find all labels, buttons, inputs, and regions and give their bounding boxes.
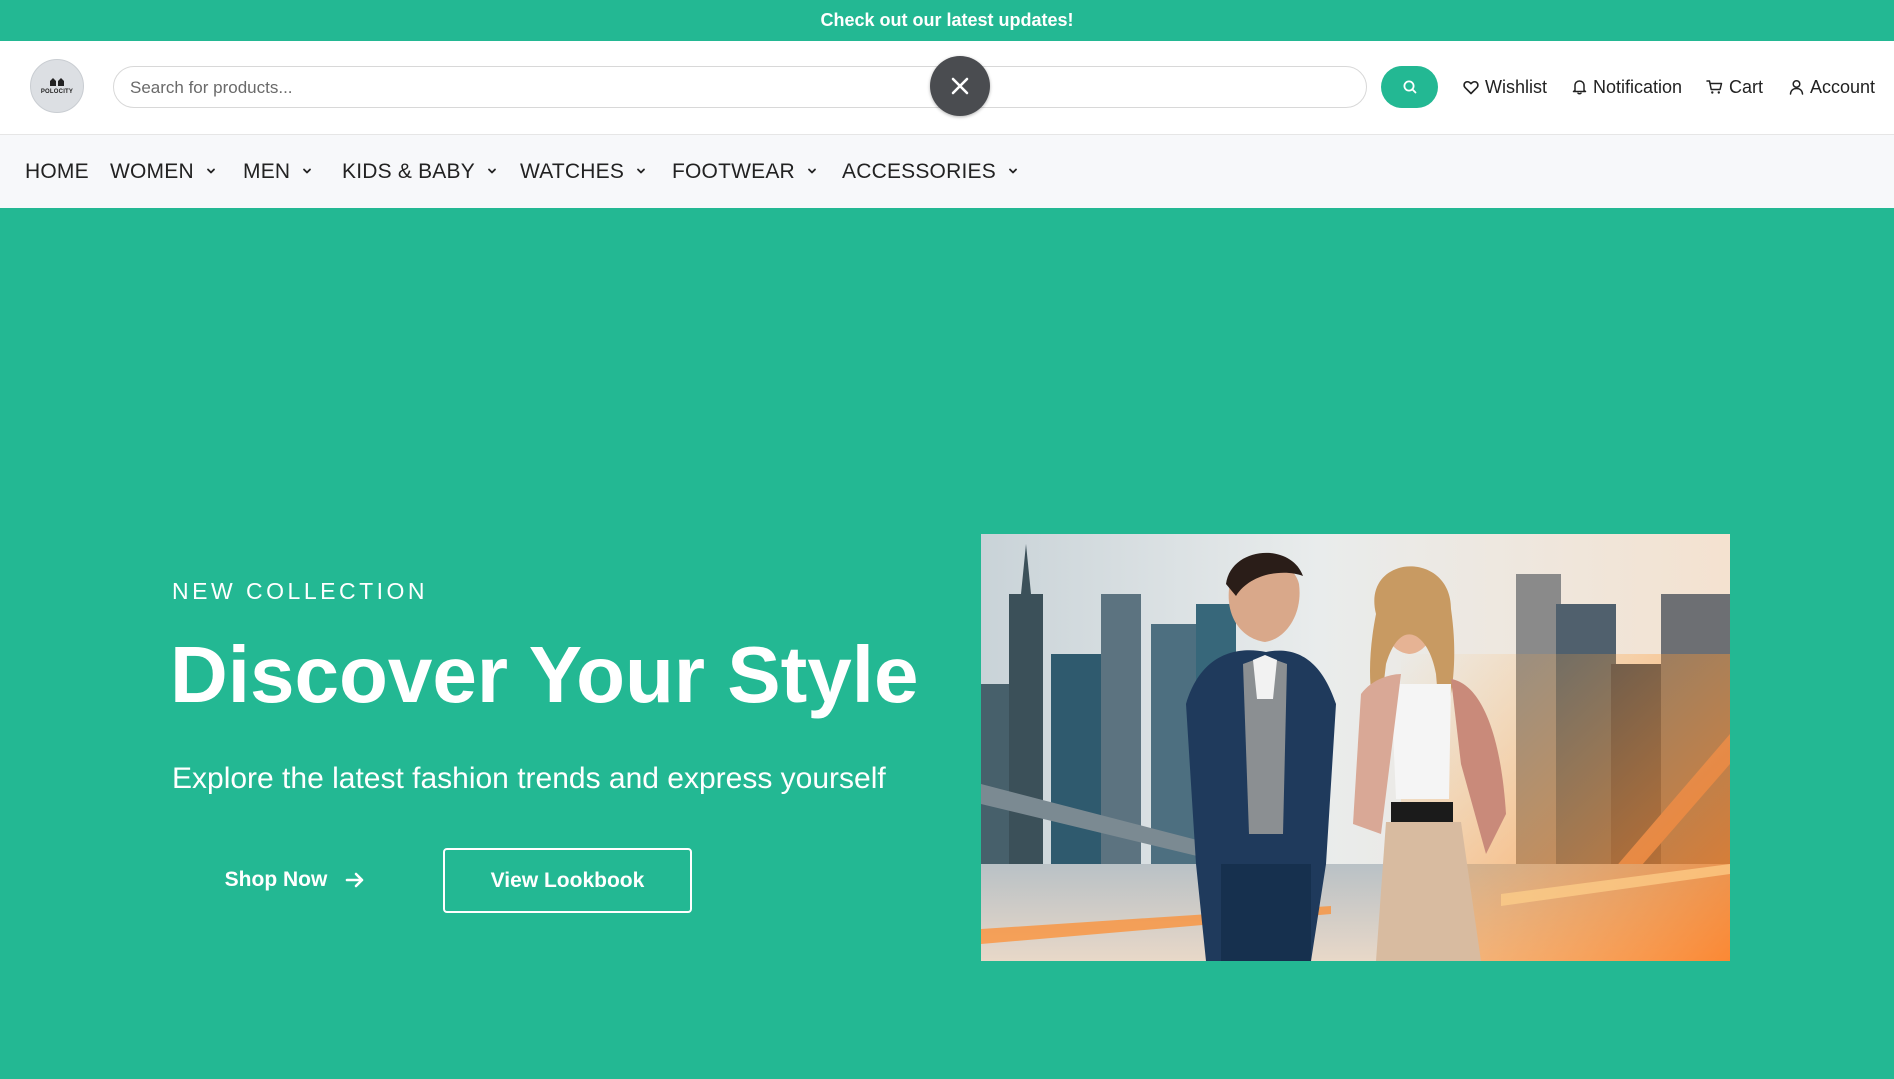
logo-text: POLOCITY <box>40 89 74 95</box>
nav-item-label: WATCHES <box>520 159 625 183</box>
announcement-bar: Check out our latest updates! <box>0 0 1894 41</box>
logo-mark <box>50 78 64 86</box>
site-logo[interactable]: POLOCITY <box>30 59 84 113</box>
nav-item-women[interactable]: WOMEN <box>110 135 216 208</box>
nav-item-footwear[interactable]: FOOTWEAR <box>672 135 817 208</box>
chevron-down-icon <box>487 168 497 175</box>
account-link[interactable]: Account <box>1789 71 1875 103</box>
site-header: POLOCITY Wishlist Notification <box>0 41 1894 135</box>
hero-image <box>981 534 1730 961</box>
search-icon <box>1403 80 1416 94</box>
account-label: Account <box>1810 76 1876 97</box>
chevron-down-icon <box>1008 168 1018 175</box>
heart-icon <box>1463 80 1479 94</box>
chevron-down-icon <box>807 168 817 175</box>
view-lookbook-label: View Lookbook <box>490 868 645 892</box>
chevron-down-icon <box>302 168 312 175</box>
nav-item-label: HOME <box>25 159 89 183</box>
nav-item-accessories[interactable]: ACCESSORIES <box>842 135 1018 208</box>
hero-subtitle: Explore the latest fashion trends and ex… <box>172 762 886 795</box>
hero-title: Discover Your Style <box>170 630 919 719</box>
announcement-text: Check out our latest updates! <box>820 10 1074 30</box>
cart-label: Cart <box>1729 76 1764 97</box>
bell-icon <box>1572 80 1587 95</box>
arrow-right-icon <box>346 872 364 888</box>
nav-item-watches[interactable]: WATCHES <box>520 135 646 208</box>
wishlist-link[interactable]: Wishlist <box>1463 71 1547 103</box>
shop-now-button[interactable]: Shop Now <box>200 847 390 913</box>
search-input[interactable] <box>128 67 1352 109</box>
view-lookbook-button[interactable]: View Lookbook <box>443 848 692 913</box>
notification-label: Notification <box>1593 76 1683 97</box>
hero-eyebrow: NEW COLLECTION <box>172 578 429 604</box>
nav-item-home[interactable]: HOME <box>25 135 89 208</box>
cart-icon <box>1706 80 1723 94</box>
cart-link[interactable]: Cart <box>1706 71 1763 103</box>
search-button[interactable] <box>1381 66 1438 108</box>
nav-item-kids-baby[interactable]: KIDS & BABY <box>342 135 497 208</box>
nav-item-men[interactable]: MEN <box>243 135 312 208</box>
chevron-down-icon <box>206 168 216 175</box>
fashion-couple-cityscape-image <box>981 534 1730 961</box>
nav-item-label: ACCESSORIES <box>842 159 996 183</box>
shop-now-label: Shop Now <box>224 868 328 891</box>
wishlist-label: Wishlist <box>1485 76 1547 97</box>
nav-item-label: KIDS & BABY <box>342 159 475 183</box>
notification-link[interactable]: Notification <box>1572 71 1682 103</box>
user-icon <box>1789 79 1804 95</box>
category-nav: HOME WOMEN MEN KIDS & BABY WATCHES FOOTW… <box>0 135 1894 208</box>
close-icon <box>951 77 969 95</box>
clear-search-button[interactable] <box>930 56 990 116</box>
nav-item-label: MEN <box>243 159 291 183</box>
search-bar <box>113 66 1367 109</box>
nav-item-label: FOOTWEAR <box>672 159 795 183</box>
nav-item-label: WOMEN <box>110 159 194 183</box>
chevron-down-icon <box>636 168 646 175</box>
